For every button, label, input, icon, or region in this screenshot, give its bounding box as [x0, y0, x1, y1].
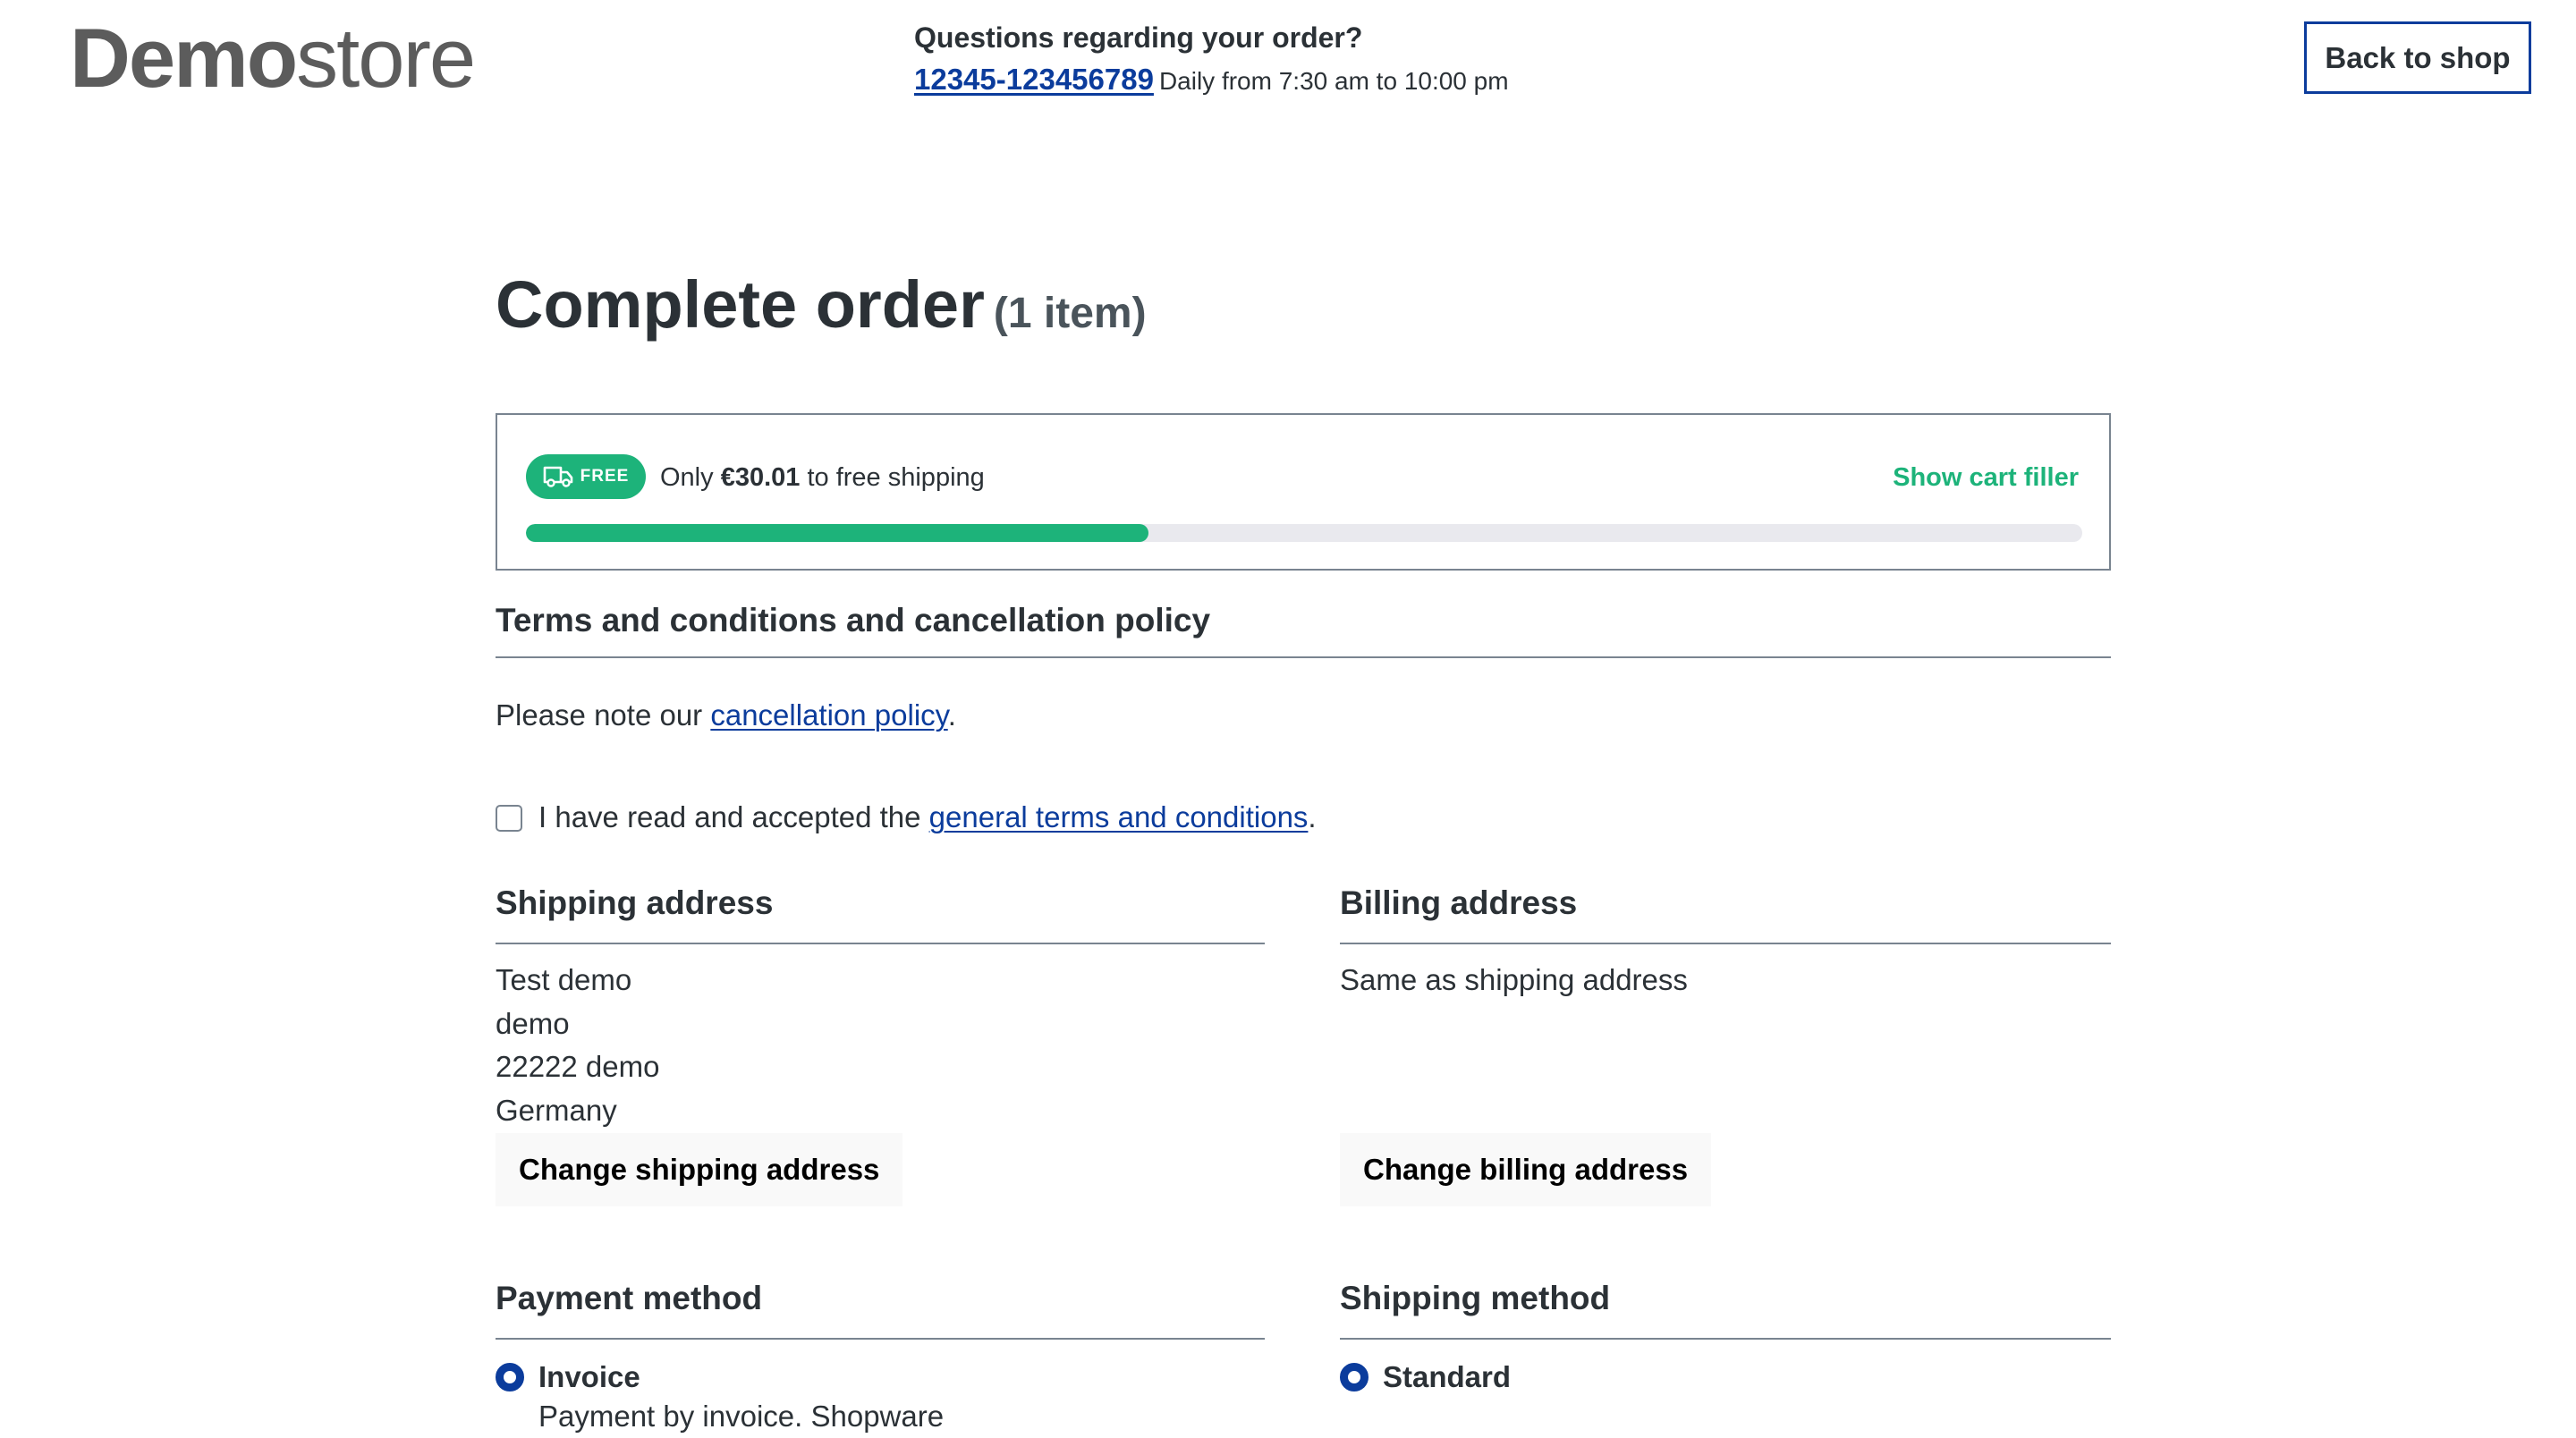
page-title: Complete order (1 item)	[496, 268, 2111, 341]
shipping-method-divider	[1340, 1338, 2111, 1340]
terms-checkbox[interactable]	[496, 805, 522, 832]
billing-address-divider	[1340, 943, 2111, 944]
shipping-address-lines: Test demo demo 22222 demo Germany	[496, 959, 659, 1132]
back-to-shop-button[interactable]: Back to shop	[2304, 21, 2531, 94]
payment-invoice-radio[interactable]	[496, 1363, 524, 1391]
item-count: (1 item)	[993, 290, 1147, 337]
free-shipping-badge: FREE	[526, 454, 646, 499]
general-terms-link[interactable]: general terms and conditions	[929, 800, 1309, 833]
terms-checkbox-prefix: I have read and accepted the	[538, 800, 921, 833]
payment-method-divider	[496, 1338, 1265, 1340]
store-logo[interactable]: Demostore	[70, 16, 476, 100]
hotline-title: Questions regarding your order?	[914, 21, 1363, 54]
logo-light-text: store	[296, 11, 476, 105]
terms-section-title: Terms and conditions and cancellation po…	[496, 602, 1211, 639]
change-billing-address-button[interactable]: Change billing address	[1340, 1133, 1712, 1206]
shipping-address-title: Shipping address	[496, 884, 774, 921]
free-shipping-suffix: to free shipping	[807, 463, 985, 492]
billing-address-title: Billing address	[1340, 884, 1578, 921]
show-cart-filler-link[interactable]: Show cart filler	[1893, 458, 2079, 497]
free-shipping-amount: €30.01	[720, 463, 801, 492]
hotline-info: Questions regarding your order? 12345-12…	[914, 18, 1509, 104]
hotline-phone-link[interactable]: 12345-123456789	[914, 63, 1154, 96]
hotline-row: 12345-123456789 Daily from 7:30 am to 10:…	[914, 57, 1509, 104]
shipping-standard-label[interactable]: Standard	[1383, 1356, 1511, 1399]
shipping-standard-radio[interactable]	[1340, 1363, 1368, 1391]
payment-invoice-label[interactable]: Invoice	[538, 1356, 640, 1399]
billing-address-text: Same as shipping address	[1340, 963, 1688, 996]
address-line: demo	[496, 1006, 570, 1040]
address-line: 22222 demo	[496, 1050, 660, 1083]
payment-invoice-description: Payment by invoice. Shopware	[538, 1400, 945, 1433]
logo-bold-text: Demo	[70, 11, 298, 105]
free-shipping-progress-bar	[526, 524, 2082, 542]
cancellation-note: Please note our cancellation policy.	[496, 694, 956, 737]
free-shipping-info: Only €30.01 to free shipping	[660, 458, 985, 497]
free-badge-text: FREE	[580, 467, 630, 486]
checkout-main: Complete order (1 item) FREE Only €30.01 …	[496, 268, 2111, 1433]
change-shipping-address-button[interactable]: Change shipping address	[496, 1133, 903, 1206]
page-title-text: Complete order	[496, 267, 985, 342]
free-shipping-prefix: Only	[660, 463, 714, 492]
hotline-hours: Daily from 7:30 am to 10:00 pm	[1158, 67, 1509, 95]
cancellation-note-prefix: Please note our	[496, 698, 703, 732]
payment-method-title: Payment method	[496, 1280, 763, 1316]
address-line: Test demo	[496, 963, 632, 996]
shipping-address-divider	[496, 943, 1265, 944]
truck-icon	[543, 465, 573, 488]
terms-divider	[496, 656, 2111, 658]
shipping-method-title: Shipping method	[1340, 1280, 1611, 1316]
cancellation-policy-link[interactable]: cancellation policy	[710, 698, 947, 732]
address-line: Germany	[496, 1093, 617, 1127]
terms-checkbox-label[interactable]: I have read and accepted the general ter…	[538, 796, 1317, 839]
cancellation-note-suffix: .	[947, 698, 956, 732]
free-shipping-progress-fill	[526, 524, 1148, 542]
terms-checkbox-suffix: .	[1308, 800, 1317, 833]
free-shipping-box: FREE Only €30.01 to free shipping Show c…	[496, 413, 2111, 571]
